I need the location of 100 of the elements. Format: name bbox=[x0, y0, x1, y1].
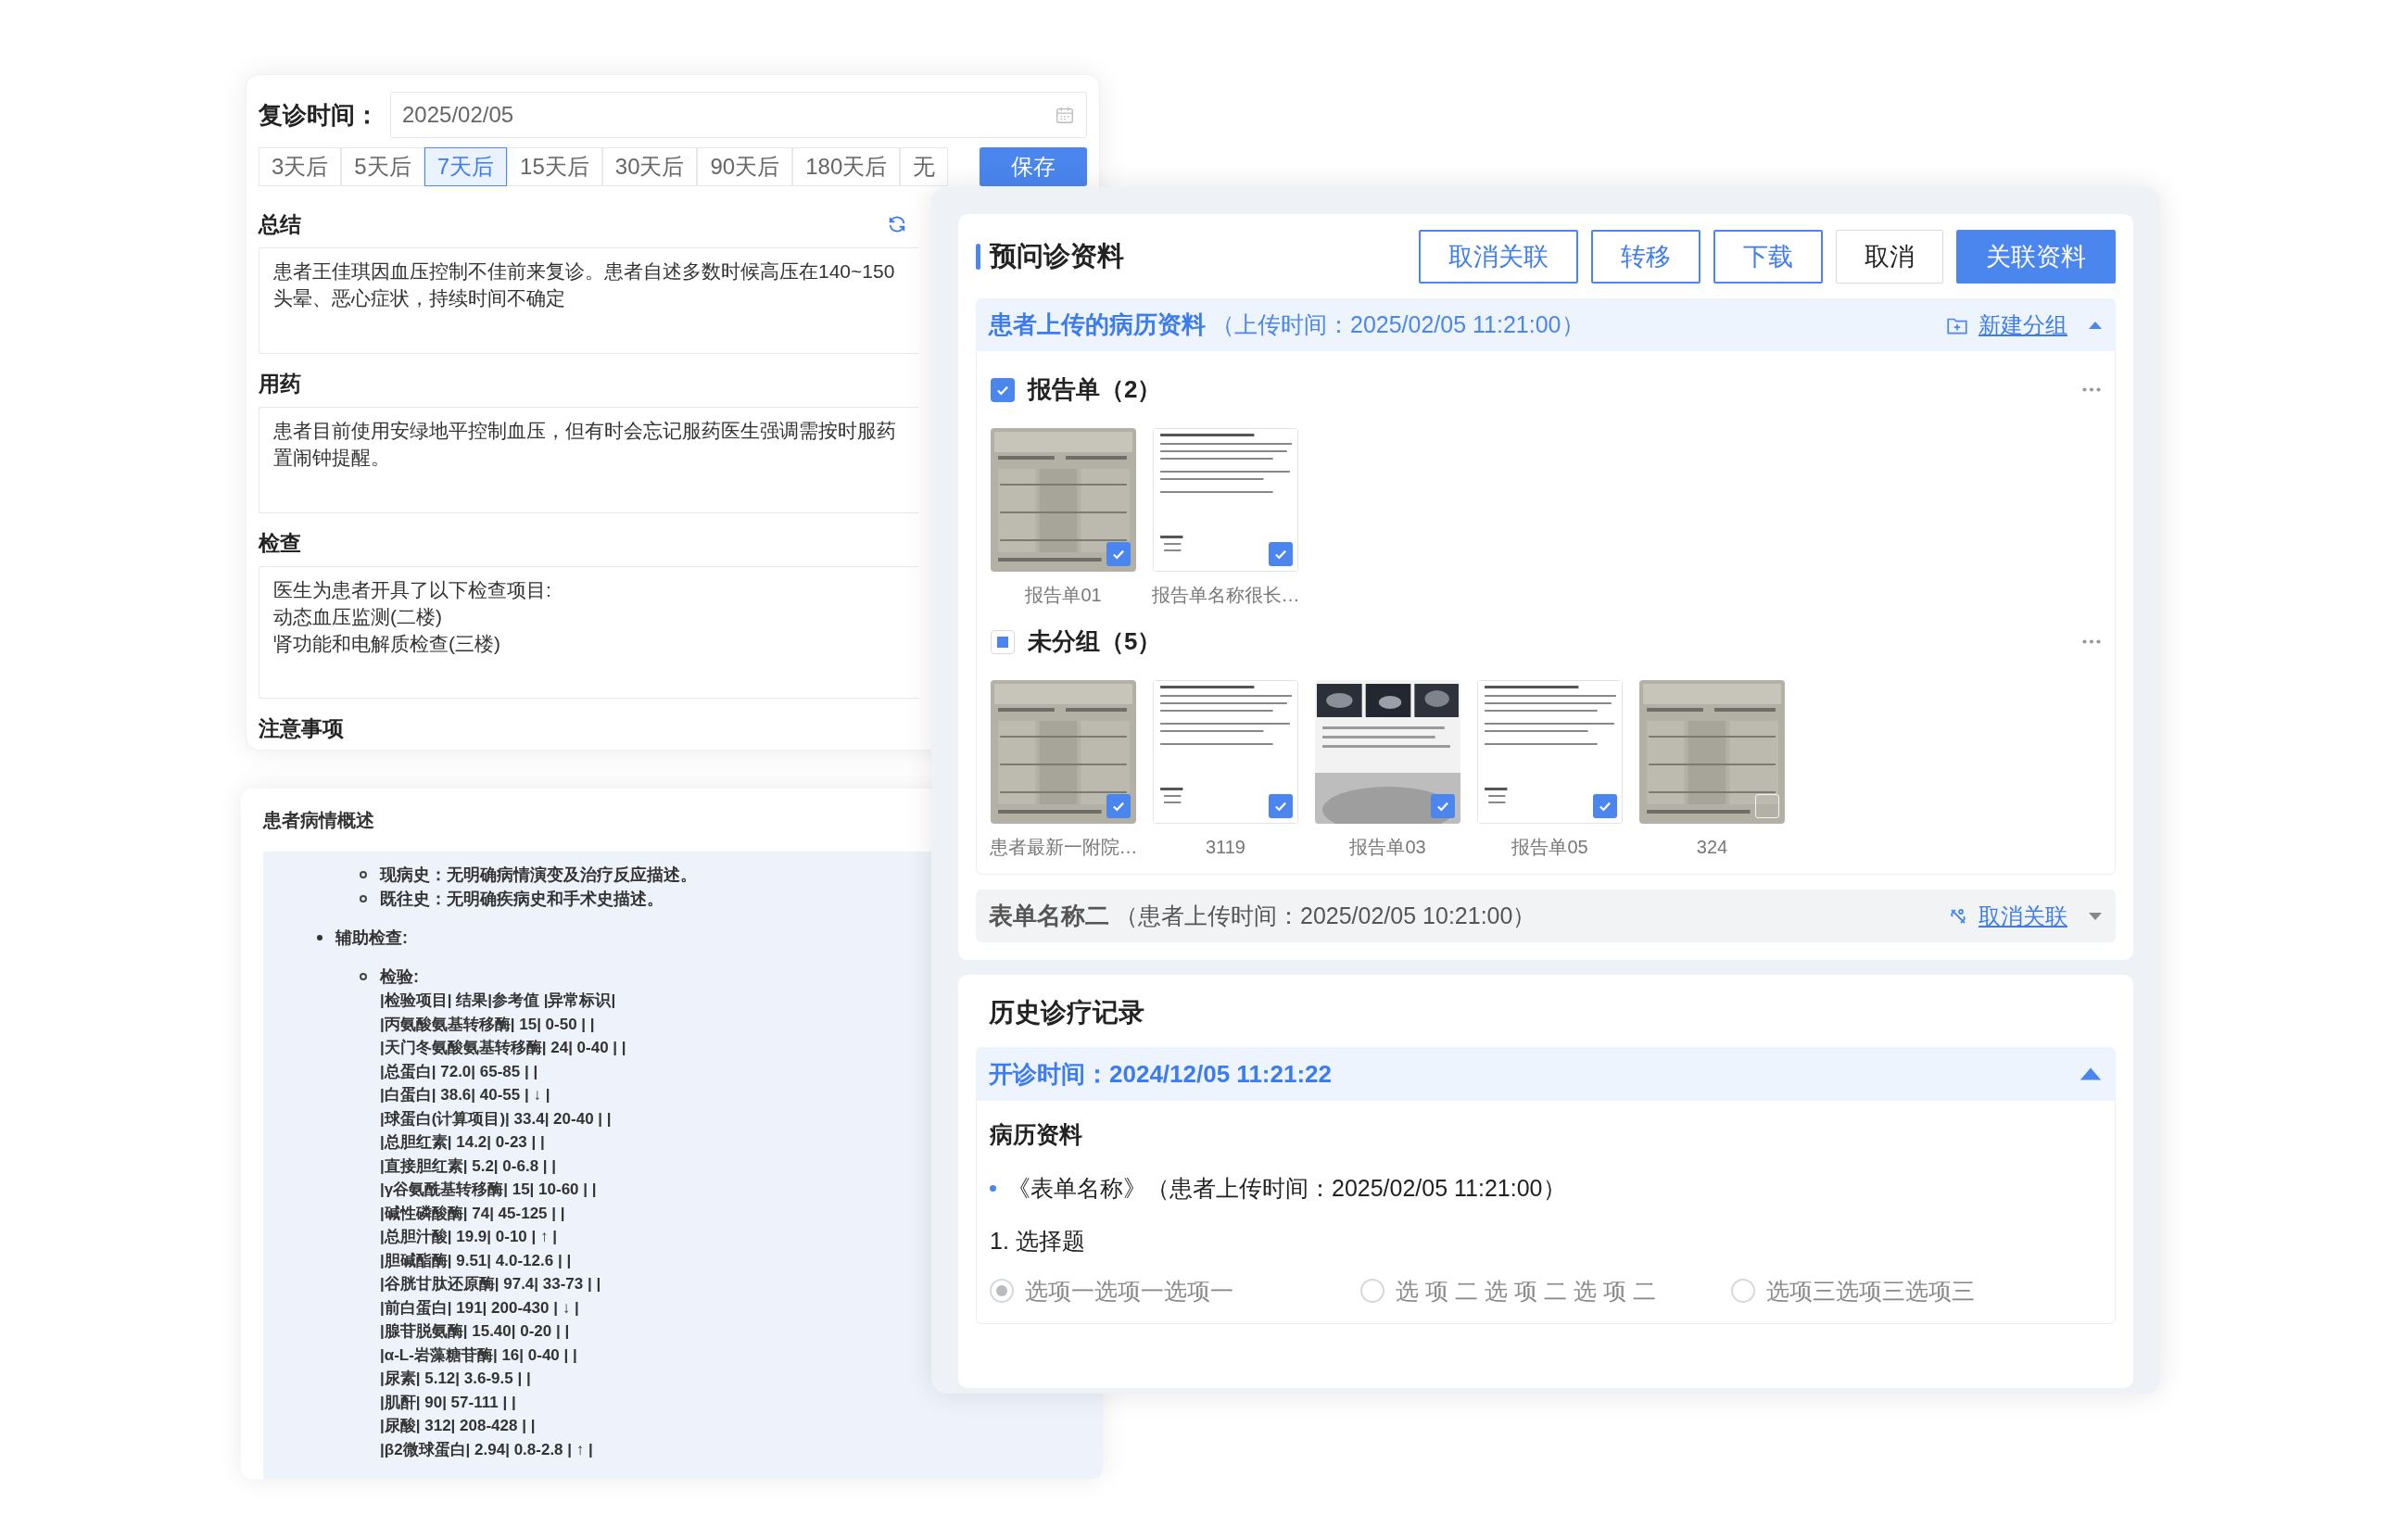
table-line: |总胆汁酸| 19.9| 0-10 | ↑ | bbox=[380, 1227, 557, 1247]
day-option[interactable]: 90天后 bbox=[697, 147, 793, 186]
action-link[interactable]: 取消关联 bbox=[1978, 899, 2067, 933]
text-line: 动态血压监测(二楼) bbox=[273, 605, 442, 629]
document-title: 患者病情概述 bbox=[263, 809, 374, 832]
section-title: 总结 bbox=[259, 210, 301, 238]
table-line: |总胆红素| 14.2| 0-23 | | bbox=[380, 1132, 545, 1153]
radio-option[interactable]: 选项三选项三选项三 bbox=[1731, 1273, 2102, 1308]
file-name: 报告单05 bbox=[1511, 836, 1588, 859]
radio-option[interactable]: 选项一选项一选项一 bbox=[990, 1273, 1360, 1308]
table-line: |谷胱甘肽还原酶| 97.4| 33-73 | | bbox=[380, 1274, 601, 1294]
day-option[interactable]: 180天后 bbox=[792, 147, 901, 186]
action-button[interactable]: 取消 bbox=[1836, 230, 1943, 284]
day-option[interactable]: 5天后 bbox=[341, 147, 424, 186]
table-line: |丙氨酸氨基转移酶| 15| 0-50 | | bbox=[380, 1014, 595, 1035]
date-field[interactable]: 2025/02/05 bbox=[390, 92, 1087, 138]
bullet-icon bbox=[360, 895, 367, 903]
text-line: 头晕、恶心症状，持续时间不确定 bbox=[273, 286, 565, 310]
card-title: 历史诊疗记录 bbox=[989, 998, 1144, 1027]
day-option[interactable]: 3天后 bbox=[259, 147, 342, 186]
caret-up-icon[interactable] bbox=[2079, 1067, 2103, 1081]
checkbox[interactable] bbox=[1269, 542, 1293, 566]
checkbox[interactable] bbox=[1106, 794, 1131, 818]
section-header[interactable]: 表单名称二 （患者上传时间：2025/02/05 10:21:00） 取消关联 bbox=[976, 890, 2116, 942]
file-name: 患者最新一附院… bbox=[989, 836, 1138, 859]
list-item: 现病史：无明确病情演变及治疗反应描述。 bbox=[380, 864, 697, 886]
radio[interactable] bbox=[1360, 1279, 1384, 1304]
record-header[interactable]: 开诊时间：2024/12/05 11:21:22 bbox=[976, 1047, 2116, 1101]
table-line: |胆碱酯酶| 9.51| 4.0-12.6 | | bbox=[380, 1250, 572, 1271]
checkbox[interactable] bbox=[1269, 794, 1293, 818]
group-title: 报告单（2） bbox=[1028, 374, 1162, 405]
table-line: |检验项目| 结果|参考值 |异常标识| bbox=[380, 991, 616, 1011]
file-name: 报告单名称很长… bbox=[1151, 584, 1300, 607]
section-title: 检查 bbox=[259, 529, 301, 557]
text-area[interactable]: 患者王佳琪因血压控制不佳前来复诊。患者自述多数时候高压在140~150 头晕、恶心症状，持续时间不确定 bbox=[259, 247, 918, 354]
table-line: |腺苷脱氨酶| 15.40| 0-20 | | bbox=[380, 1321, 570, 1342]
checkbox[interactable] bbox=[991, 629, 1015, 654]
action-button[interactable]: 取消关联 bbox=[1419, 230, 1578, 284]
file-name: 报告单03 bbox=[1349, 836, 1426, 859]
upload-time: （患者上传时间：2025/02/05 10:21:00） bbox=[1115, 901, 1536, 930]
table-line: |天门冬氨酸氨基转移酶| 24| 0-40 | | bbox=[380, 1038, 626, 1058]
caret-up-icon[interactable] bbox=[2088, 320, 2103, 330]
save-button[interactable]: 保存 bbox=[980, 147, 1087, 186]
section-header[interactable]: 患者上传的病历资料 （上传时间：2025/02/05 11:21:00） 新建分组 bbox=[976, 298, 2116, 351]
section-title: 患者上传的病历资料 bbox=[989, 309, 1206, 340]
table-line: |白蛋白| 38.6| 40-55 | ↓ | bbox=[380, 1085, 550, 1105]
refresh-icon[interactable] bbox=[887, 214, 907, 234]
caret-down-icon[interactable] bbox=[2088, 911, 2103, 921]
calendar-icon bbox=[1055, 105, 1075, 125]
table-line: |球蛋白(计算项目)| 33.4| 20-40 | | bbox=[380, 1108, 612, 1130]
more-icon[interactable] bbox=[2082, 639, 2101, 644]
checkbox[interactable] bbox=[1431, 794, 1455, 818]
radio-option[interactable]: 选 项 二 选 项 二 选 项 二 bbox=[1360, 1273, 1731, 1308]
group-title: 未分组（5） bbox=[1028, 626, 1162, 657]
radio[interactable] bbox=[1731, 1279, 1755, 1304]
record-heading: 病历资料 bbox=[990, 1120, 1083, 1149]
table-line: |前白蛋白| 191| 200-430 | ↓ | bbox=[380, 1297, 579, 1319]
table-line: |直接胆红素| 5.2| 0-6.8 | | bbox=[380, 1155, 557, 1177]
checkbox[interactable] bbox=[991, 377, 1015, 402]
field-label: 复诊时间： bbox=[259, 99, 379, 131]
text-area[interactable]: 患者目前使用安绿地平控制血压，但有时会忘记服药医生强调需按时服药 置闹钟提醒。 bbox=[259, 407, 918, 513]
bullet-icon bbox=[360, 871, 367, 878]
radio[interactable] bbox=[990, 1279, 1014, 1304]
section-title: 表单名称二 bbox=[989, 901, 1109, 931]
day-option[interactable]: 30天后 bbox=[601, 147, 698, 186]
action-button[interactable]: 转移 bbox=[1591, 230, 1700, 284]
text-area[interactable]: 医生为患者开具了以下检查项目: 动态血压监测(二楼) 肾功能和电解质检查(三楼) bbox=[259, 566, 918, 699]
more-icon[interactable] bbox=[2082, 387, 2101, 392]
section-title: 用药 bbox=[259, 370, 301, 398]
table-line: |尿酸| 312| 208-428 | | bbox=[380, 1416, 536, 1436]
card-title: 预问诊资料 bbox=[990, 240, 1124, 273]
file-name: 报告单01 bbox=[1025, 584, 1102, 607]
upload-time: （上传时间：2025/02/05 11:21:00） bbox=[1211, 309, 1585, 339]
day-option[interactable]: 7天后 bbox=[424, 147, 508, 186]
form-entry: 《表单名称》（患者上传时间：2025/02/05 11:21:00） bbox=[1007, 1173, 1566, 1203]
checkbox[interactable] bbox=[1106, 542, 1131, 566]
text-line: 患者目前使用安绿地平控制血压，但有时会忘记服药医生强调需按时服药 bbox=[273, 419, 896, 443]
table-line: |γ谷氨酰基转移酶| 15| 10-60 | | bbox=[380, 1180, 597, 1200]
text-line: 肾功能和电解质检查(三楼) bbox=[273, 632, 500, 656]
table-line: |总蛋白| 72.0| 65-85 | | bbox=[380, 1061, 538, 1082]
table-line: |碱性磷酸酶| 74| 45-125 | | bbox=[380, 1203, 565, 1224]
text-line: 置闹钟提醒。 bbox=[273, 446, 390, 470]
list-item: 检验: bbox=[380, 966, 419, 988]
question-title: 1. 选择题 bbox=[990, 1227, 1086, 1256]
file-name: 3119 bbox=[1206, 836, 1245, 859]
table-line: |α-L-岩藻糖苷酶| 16| 0-40 | | bbox=[380, 1344, 577, 1366]
table-line: |肌酐| 90| 57-111 | | bbox=[380, 1392, 516, 1413]
day-option[interactable]: 15天后 bbox=[507, 147, 602, 186]
text-line: 医生为患者开具了以下检查项目: bbox=[273, 578, 551, 602]
action-button[interactable]: 关联资料 bbox=[1956, 230, 2116, 284]
list-item: 既往史：无明确疾病史和手术史描述。 bbox=[380, 888, 664, 910]
action-link[interactable]: 新建分组 bbox=[1978, 308, 2067, 342]
bullet-icon bbox=[317, 935, 322, 940]
text-line: 患者王佳琪因血压控制不佳前来复诊。患者自述多数时候高压在140~150 bbox=[273, 259, 895, 284]
day-option[interactable]: 无 bbox=[900, 147, 949, 186]
file-name: 324 bbox=[1696, 836, 1728, 859]
action-button[interactable]: 下载 bbox=[1713, 230, 1823, 284]
accent-bar bbox=[976, 244, 980, 270]
table-line: |β2微球蛋白| 2.94| 0.8-2.8 | ↑ | bbox=[380, 1439, 593, 1460]
checkbox[interactable] bbox=[1593, 794, 1617, 818]
